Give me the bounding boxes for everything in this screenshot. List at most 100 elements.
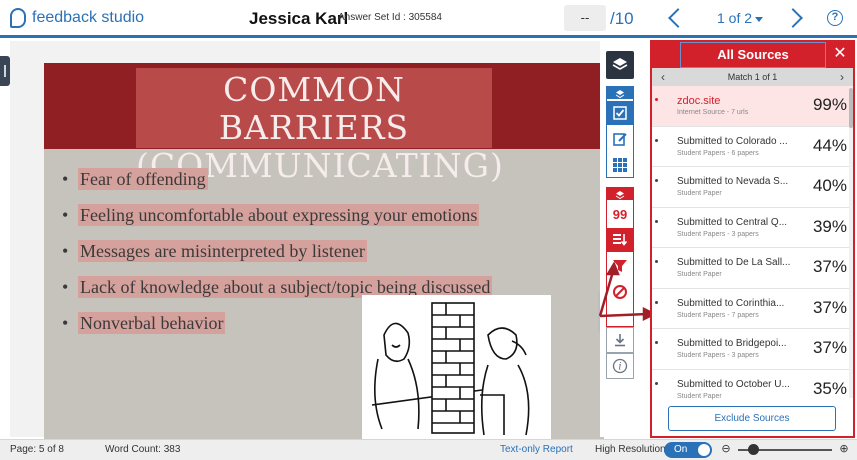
source-type: Student Papers - 3 papers (677, 230, 759, 238)
rubric-button[interactable] (607, 153, 633, 177)
list-item: • Messages are misinterpreted by listener (62, 239, 492, 275)
similarity-score-button[interactable]: 99 (607, 202, 633, 226)
highlighted-match[interactable]: Fear of offending (78, 168, 208, 190)
bullet-mark: • (62, 205, 69, 225)
slide-title-highlight[interactable]: COMMON BARRIERS (COMMUNICATING) (136, 68, 503, 185)
next-paper-button[interactable] (783, 4, 806, 32)
source-name: Submitted to Bridgepoi... (677, 338, 787, 349)
slide-page: COMMON BARRIERS (COMMUNICATING) • Fear of… (44, 63, 604, 443)
status-bar: Page: 5 of 8 Word Count: 383 Text-only R… (0, 439, 857, 460)
feedback-studio-logo: feedback studio (10, 8, 144, 28)
left-panel-handle[interactable] (0, 56, 10, 86)
previous-match-button[interactable]: ‹ (656, 68, 670, 86)
grading-layer-header[interactable] (607, 87, 633, 99)
info-symbol: i (618, 362, 621, 373)
list-item: • Fear of offending (62, 167, 492, 203)
highlighted-match[interactable]: Messages are misinterpreted by listener (78, 240, 367, 262)
zoom-out-icon[interactable]: ⊖ (720, 443, 732, 455)
student-name: Jessica Karl (249, 9, 349, 28)
source-type: Student Papers - 7 papers (677, 311, 759, 319)
match-navigator: ‹ Match 1 of 1 › (652, 68, 853, 86)
source-name: Submitted to Colorado ... (677, 135, 788, 147)
help-icon[interactable]: ? (827, 10, 843, 26)
word-count: Word Count: 383 (105, 444, 181, 455)
download-button[interactable] (606, 327, 634, 353)
source-percentage: 99% (812, 95, 847, 114)
cartoon-illustration (362, 295, 551, 443)
list-item: • Feeling uncomfortable about expressing … (62, 203, 492, 239)
source-percentage: 37% (812, 257, 847, 276)
info-icon: i (612, 358, 628, 374)
bullet-dot (655, 260, 658, 263)
page-count: Page: 5 of 8 (10, 444, 64, 455)
source-item[interactable]: zdoc.site Internet Source - 7 urls 99% (652, 86, 853, 127)
bullet-dot (655, 98, 658, 101)
similarity-layer-header[interactable] (607, 188, 633, 200)
logo-text: feedback studio (32, 9, 145, 26)
bullet-dot (655, 138, 658, 142)
layers-button[interactable] (606, 51, 634, 79)
source-percentage: 35% (812, 378, 847, 398)
layers-icon (612, 58, 628, 70)
bullet-dot (655, 219, 658, 223)
grid-icon (613, 158, 627, 172)
bullet-mark: • (62, 277, 69, 297)
source-percentage: 44% (812, 135, 847, 155)
all-sources-button[interactable] (607, 228, 633, 252)
source-item[interactable]: Submitted to October U... Student Paper … (652, 370, 853, 403)
all-sources-panel: All Sources ✕ ‹ Match 1 of 1 › zdoc.site… (650, 40, 855, 438)
source-percentage: 39% (812, 216, 847, 236)
zoom-slider-handle[interactable] (748, 444, 759, 455)
edit-icon (613, 133, 627, 146)
highlighted-match[interactable]: Nonverbal behavior (78, 312, 226, 334)
highlighted-match[interactable]: Feeling uncomfortable about expressing y… (78, 204, 480, 226)
source-list-scrollbar[interactable] (849, 88, 853, 398)
source-name: Submitted to Corinthia... (677, 297, 785, 309)
bullet-dot (655, 179, 658, 182)
source-item[interactable]: Submitted to Bridgepoi... Student Papers… (652, 329, 853, 370)
paper-selector[interactable]: 1 of 2 (717, 10, 764, 26)
bullet-dot (655, 381, 658, 385)
bullet-dot (655, 300, 658, 304)
source-name: Submitted to De La Sall... (677, 257, 791, 268)
chevron-left-icon (668, 8, 688, 28)
sort-list-icon (613, 234, 628, 246)
info-button[interactable]: i (606, 353, 634, 379)
logo-icon (10, 8, 26, 28)
close-icon[interactable]: ✕ (831, 45, 849, 63)
bullet-mark: • (62, 241, 69, 261)
previous-paper-button[interactable] (665, 4, 688, 32)
layers-small-icon (615, 191, 625, 200)
source-item[interactable]: Submitted to De La Sall... Student Paper… (652, 248, 853, 289)
caret-down-icon (755, 16, 764, 22)
slide-header: COMMON BARRIERS (COMMUNICATING) (44, 63, 604, 185)
source-percentage: 37% (812, 338, 847, 357)
source-percentage: 37% (812, 297, 847, 317)
source-type: Student Papers - 3 papers (677, 352, 759, 359)
source-type: Student Paper (677, 392, 722, 400)
source-item[interactable]: Submitted to Corinthia... Student Papers… (652, 289, 853, 329)
paper-selector-label: 1 of 2 (717, 10, 753, 26)
text-only-report-link[interactable]: Text-only Report (500, 444, 573, 455)
source-name: Submitted to Nevada S... (677, 176, 789, 187)
source-item[interactable]: Submitted to Nevada S... Student Paper 4… (652, 167, 853, 208)
zoom-in-icon[interactable]: ⊕ (838, 443, 850, 455)
document-viewer: COMMON BARRIERS (COMMUNICATING) • Fear of… (10, 41, 604, 443)
match-counter: Match 1 of 1 (727, 72, 778, 82)
exclude-sources-button[interactable]: Exclude Sources (668, 406, 836, 431)
grade-total: /10 (610, 9, 634, 28)
feedback-summary-button[interactable] (607, 127, 633, 151)
next-match-button[interactable]: › (835, 68, 849, 86)
cartoon-drawing (371, 302, 530, 436)
source-name: Submitted to Central Q... (677, 216, 788, 228)
source-item[interactable]: Submitted to Central Q... Student Papers… (652, 208, 853, 248)
scrollbar-thumb[interactable] (849, 88, 853, 128)
quickmark-button[interactable] (607, 101, 633, 125)
high-resolution-toggle[interactable]: On (664, 442, 712, 458)
layers-small-icon (615, 90, 625, 99)
source-list: zdoc.site Internet Source - 7 urls 99% S… (652, 86, 853, 402)
source-type: Internet Source - 7 urls (677, 109, 749, 116)
grade-input[interactable]: -- (564, 5, 606, 31)
source-item[interactable]: Submitted to Colorado ... Student Papers… (652, 127, 853, 167)
source-name: zdoc.site (677, 95, 721, 107)
